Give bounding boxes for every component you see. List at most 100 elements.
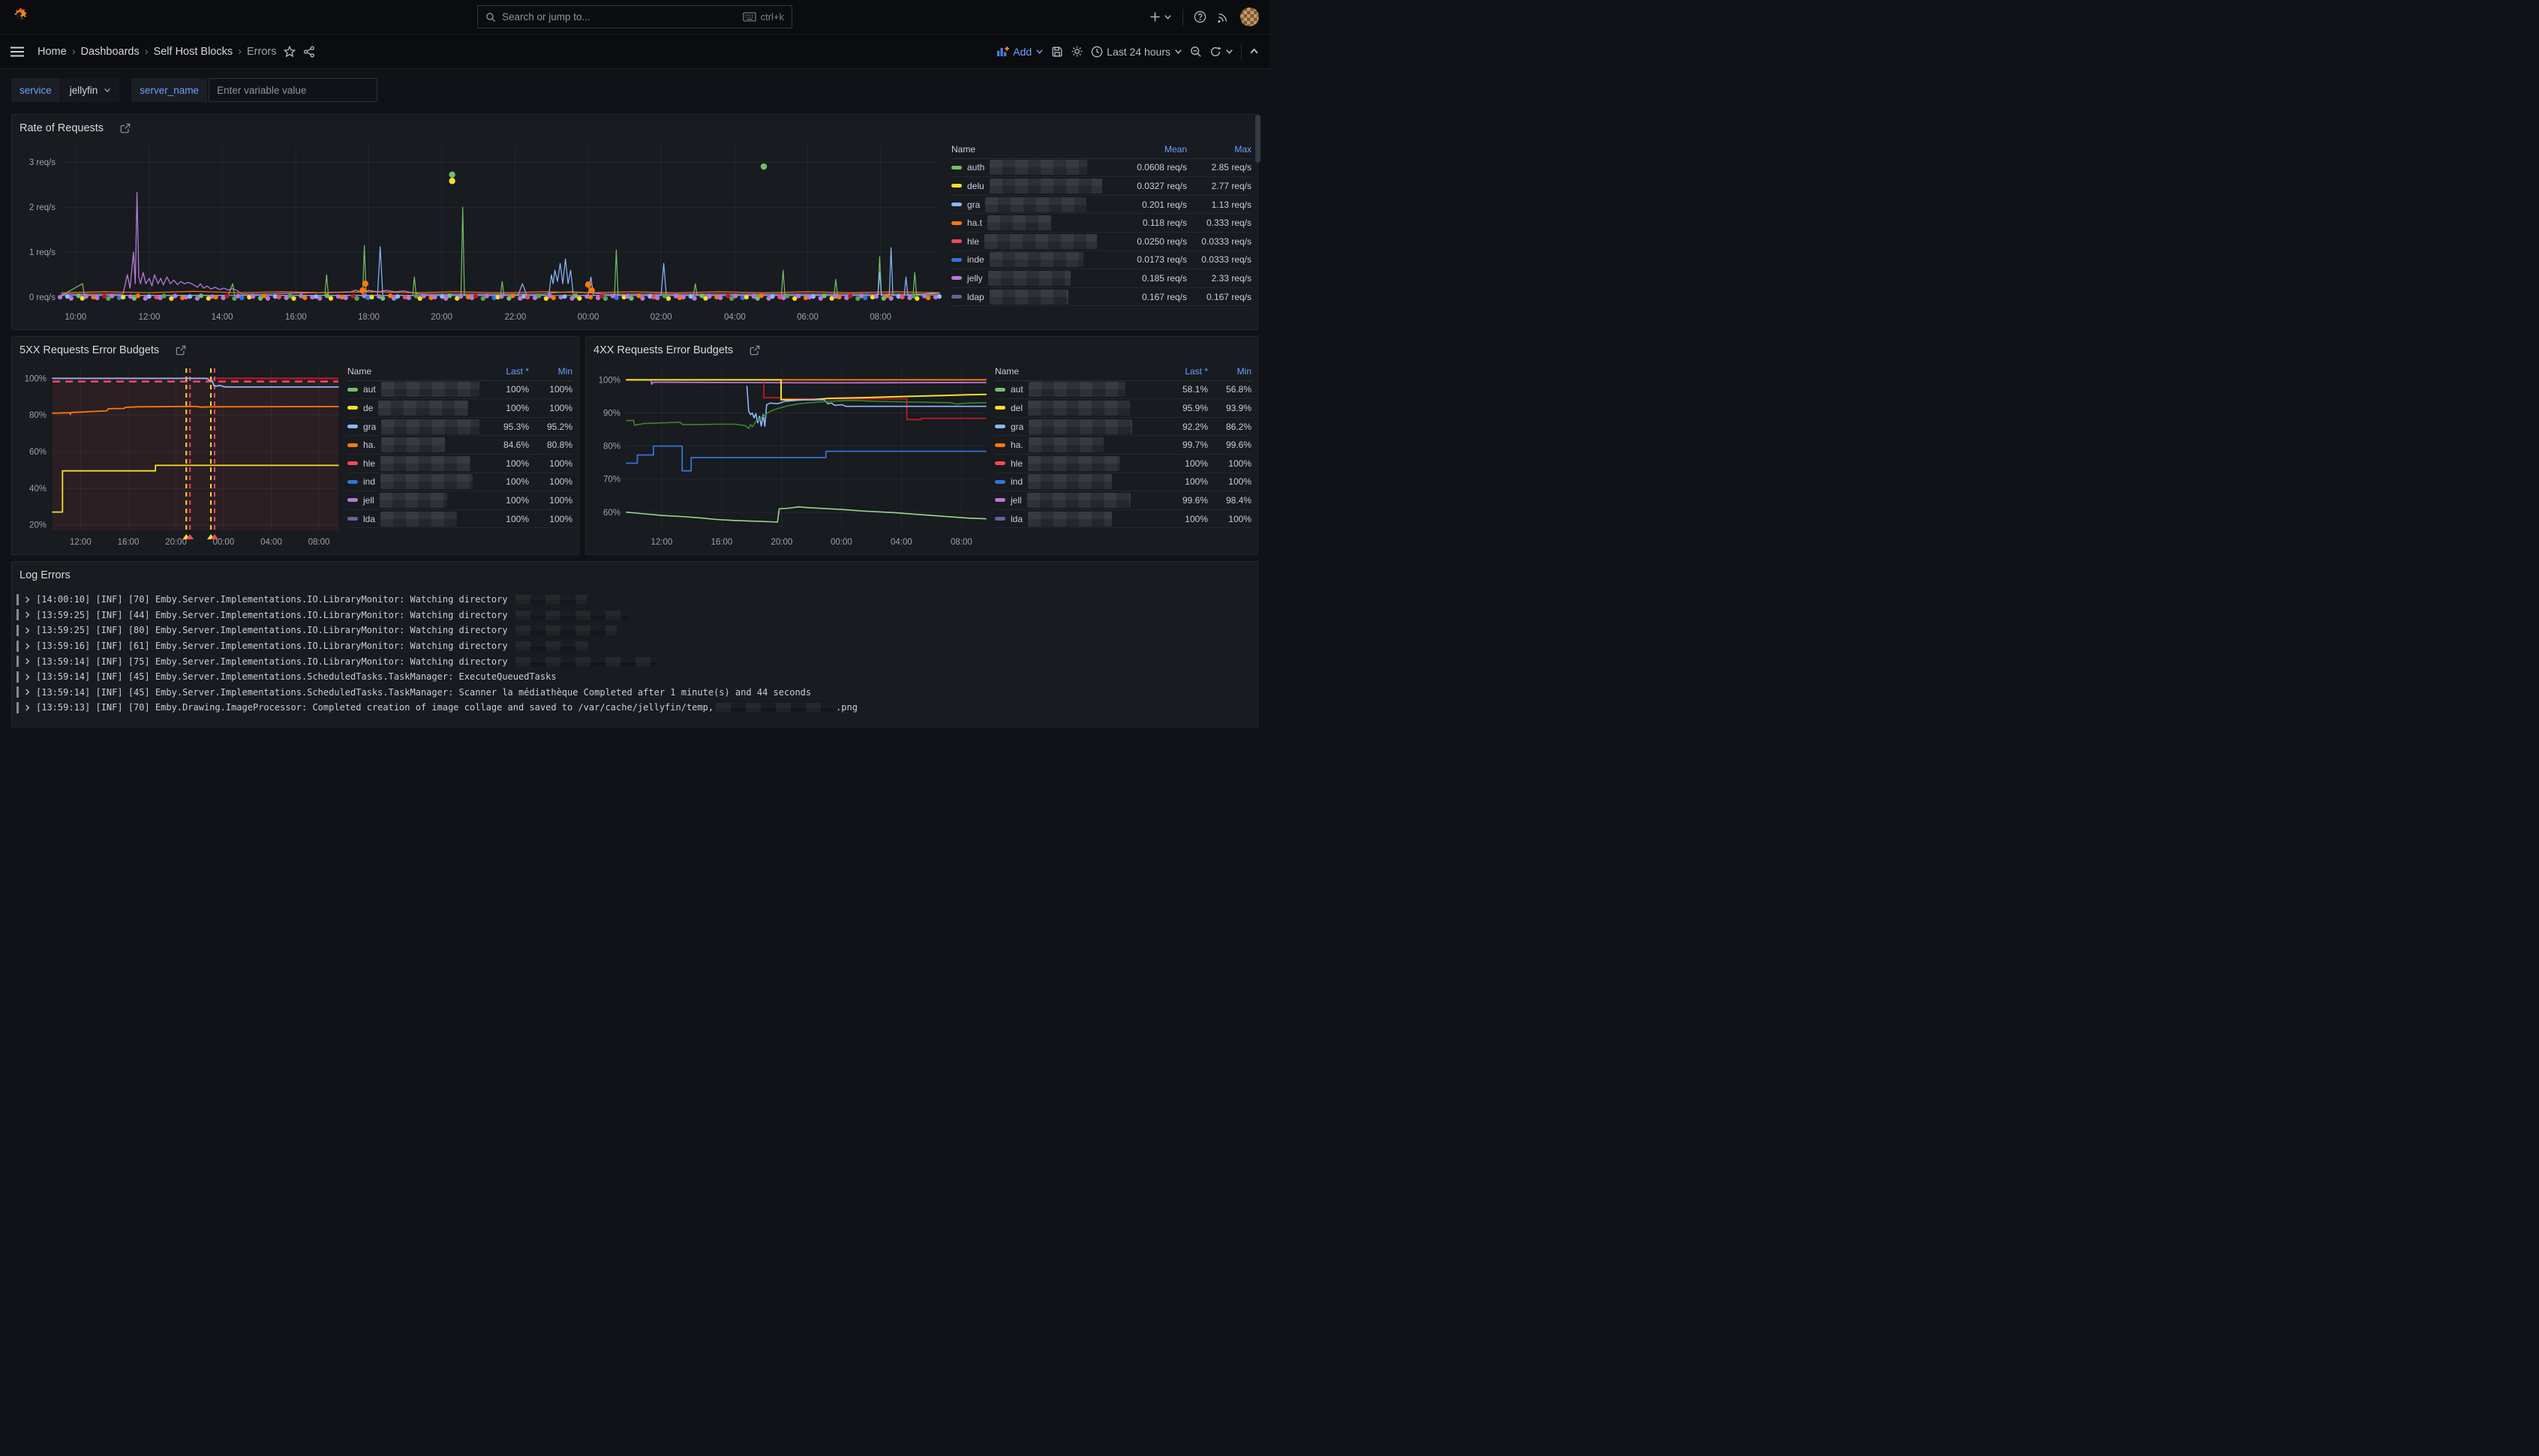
- dashboard-settings-button[interactable]: [1071, 45, 1083, 58]
- time-range-picker[interactable]: Last 24 hours: [1091, 46, 1182, 58]
- legend-row[interactable]: gra0.201 req/s1.13 req/s: [951, 196, 1251, 215]
- zoom-out-button[interactable]: [1190, 46, 1202, 58]
- panel-rate-of-requests: Rate of Requests 10:0012:0014:0016:0018:…: [11, 114, 1258, 330]
- share-button[interactable]: [303, 46, 315, 58]
- expand-chevron-icon[interactable]: [24, 688, 31, 696]
- log-line[interactable]: [13:59:14] [INF] [75] Emby.Server.Implem…: [17, 653, 1254, 669]
- series-color-pill: [347, 480, 358, 484]
- expand-chevron-icon[interactable]: [24, 673, 31, 681]
- series-name-prefix: ldap: [967, 292, 984, 302]
- legend-row[interactable]: del95.9%93.9%: [995, 399, 1251, 418]
- expand-chevron-icon[interactable]: [24, 657, 31, 665]
- add-panel-button[interactable]: Add: [996, 46, 1044, 58]
- log-line[interactable]: [13:59:25] [INF] [44] Emby.Server.Implem…: [17, 608, 1254, 623]
- legend-row[interactable]: aut58.1%56.8%: [995, 381, 1251, 400]
- series-name-prefix: jell: [363, 495, 374, 506]
- grafana-app: Search or jump to... ctrl+k: [0, 0, 1270, 728]
- log-line[interactable]: [13:59:14] [INF] [45] Emby.Server.Implem…: [17, 669, 1254, 685]
- breadcrumb-folder[interactable]: Self Host Blocks: [154, 46, 233, 58]
- legend-header[interactable]: Name: [347, 366, 479, 377]
- expand-chevron-icon[interactable]: [24, 611, 31, 619]
- censored-series-name: [1027, 493, 1131, 508]
- log-line[interactable]: [14:00:10] [INF] [70] Emby.Server.Implem…: [17, 592, 1254, 608]
- log-line[interactable]: [13:59:13] [INF] [70] Emby.Drawing.Image…: [17, 700, 1254, 716]
- err4xx-chart[interactable]: 12:0016:0020:0000:0004:0008:0060%70%80%9…: [592, 361, 990, 550]
- legend-header[interactable]: Last *: [1158, 366, 1208, 377]
- legend-row[interactable]: hle100%100%: [995, 455, 1251, 473]
- legend-row[interactable]: gra95.3%95.2%: [347, 418, 572, 437]
- legend-scrollbar[interactable]: [1255, 115, 1260, 329]
- collapse-toolbar-button[interactable]: [1249, 47, 1259, 56]
- err5xx-chart[interactable]: 12:0016:0020:0000:0004:0008:0020%40%60%8…: [18, 361, 343, 550]
- expand-chevron-icon[interactable]: [24, 704, 31, 712]
- new-menu-button[interactable]: [1149, 11, 1172, 23]
- legend-row[interactable]: lda100%100%: [995, 510, 1251, 529]
- breadcrumb-separator: ›: [145, 46, 149, 58]
- external-link-icon[interactable]: [120, 123, 131, 134]
- legend-row[interactable]: ldap0.167 req/s0.167 req/s: [951, 288, 1251, 307]
- legend-row[interactable]: auth0.0608 req/s2.85 req/s: [951, 159, 1251, 178]
- legend-row[interactable]: ha.99.7%99.6%: [995, 436, 1251, 455]
- rss-icon: [1217, 11, 1230, 23]
- expand-chevron-icon[interactable]: [24, 626, 31, 635]
- legend-header[interactable]: Name: [951, 144, 1112, 155]
- legend-row[interactable]: aut100%100%: [347, 381, 572, 400]
- legend-row[interactable]: jell100%100%: [347, 491, 572, 510]
- panel-title[interactable]: 5XX Requests Error Budgets: [20, 344, 159, 356]
- legend-header[interactable]: Mean: [1112, 144, 1187, 155]
- user-avatar[interactable]: [1240, 8, 1259, 26]
- legend-value: 100%: [529, 514, 572, 524]
- legend-header[interactable]: Last *: [479, 366, 529, 377]
- expand-chevron-icon[interactable]: [24, 642, 31, 650]
- external-link-icon[interactable]: [176, 345, 186, 356]
- expand-chevron-icon[interactable]: [24, 596, 31, 604]
- rate-chart[interactable]: 10:0012:0014:0016:0018:0020:0022:0000:00…: [18, 139, 944, 325]
- censored-log-path: [515, 626, 617, 635]
- news-button[interactable]: [1217, 11, 1230, 23]
- legend-row[interactable]: jelly0.185 req/s2.33 req/s: [951, 269, 1251, 288]
- legend-row[interactable]: gra92.2%86.2%: [995, 418, 1251, 437]
- search-input[interactable]: Search or jump to... ctrl+k: [477, 5, 792, 29]
- save-dashboard-button[interactable]: [1051, 46, 1063, 58]
- legend-row[interactable]: ind100%100%: [995, 473, 1251, 492]
- legend-header[interactable]: Min: [1208, 366, 1251, 377]
- log-line[interactable]: [13:59:16] [INF] [61] Emby.Server.Implem…: [17, 638, 1254, 654]
- series-name-prefix: hle: [967, 236, 979, 247]
- legend-header[interactable]: Max: [1187, 144, 1251, 155]
- grafana-logo[interactable]: [11, 7, 31, 27]
- refresh-button[interactable]: [1209, 46, 1233, 58]
- legend-row[interactable]: jell99.6%98.4%: [995, 491, 1251, 510]
- legend-header[interactable]: Name: [995, 366, 1158, 377]
- legend-row[interactable]: hle100%100%: [347, 455, 572, 473]
- svg-text:04:00: 04:00: [260, 538, 282, 547]
- help-button[interactable]: [1194, 11, 1206, 23]
- legend-header[interactable]: Min: [529, 366, 572, 377]
- chevron-down-icon: [1164, 13, 1172, 21]
- breadcrumb-dashboards[interactable]: Dashboards: [81, 46, 140, 58]
- log-line[interactable]: [13:59:25] [INF] [80] Emby.Server.Implem…: [17, 623, 1254, 638]
- series-color-pill: [347, 461, 358, 465]
- variable-select-service[interactable]: jellyfin: [62, 78, 120, 102]
- legend-row[interactable]: lda100%100%: [347, 510, 572, 529]
- svg-text:20:00: 20:00: [431, 313, 452, 322]
- legend-row[interactable]: hle0.0250 req/s0.0333 req/s: [951, 233, 1251, 251]
- gear-icon: [1071, 45, 1083, 58]
- legend-row[interactable]: ha.84.6%80.8%: [347, 436, 572, 455]
- censored-series-name: [1028, 474, 1112, 489]
- mega-menu-toggle[interactable]: [11, 47, 24, 57]
- panel-title[interactable]: 4XX Requests Error Budgets: [593, 344, 733, 356]
- series-name-prefix: lda: [1011, 514, 1023, 524]
- variable-input-server-name[interactable]: Enter variable value: [209, 78, 377, 102]
- legend-row[interactable]: ind100%100%: [347, 473, 572, 492]
- legend-row[interactable]: de100%100%: [347, 399, 572, 418]
- favorite-button[interactable]: [284, 46, 296, 58]
- series-name-prefix: ha.: [363, 440, 376, 450]
- breadcrumb-home[interactable]: Home: [38, 46, 67, 58]
- external-link-icon[interactable]: [750, 345, 760, 356]
- panel-title[interactable]: Rate of Requests: [20, 122, 104, 134]
- legend-row[interactable]: inde0.0173 req/s0.0333 req/s: [951, 251, 1251, 270]
- legend-row[interactable]: ha.t0.118 req/s0.333 req/s: [951, 214, 1251, 233]
- log-line[interactable]: [13:59:14] [INF] [45] Emby.Server.Implem…: [17, 685, 1254, 701]
- panel-title[interactable]: Log Errors: [20, 569, 71, 581]
- legend-row[interactable]: delu0.0327 req/s2.77 req/s: [951, 177, 1251, 196]
